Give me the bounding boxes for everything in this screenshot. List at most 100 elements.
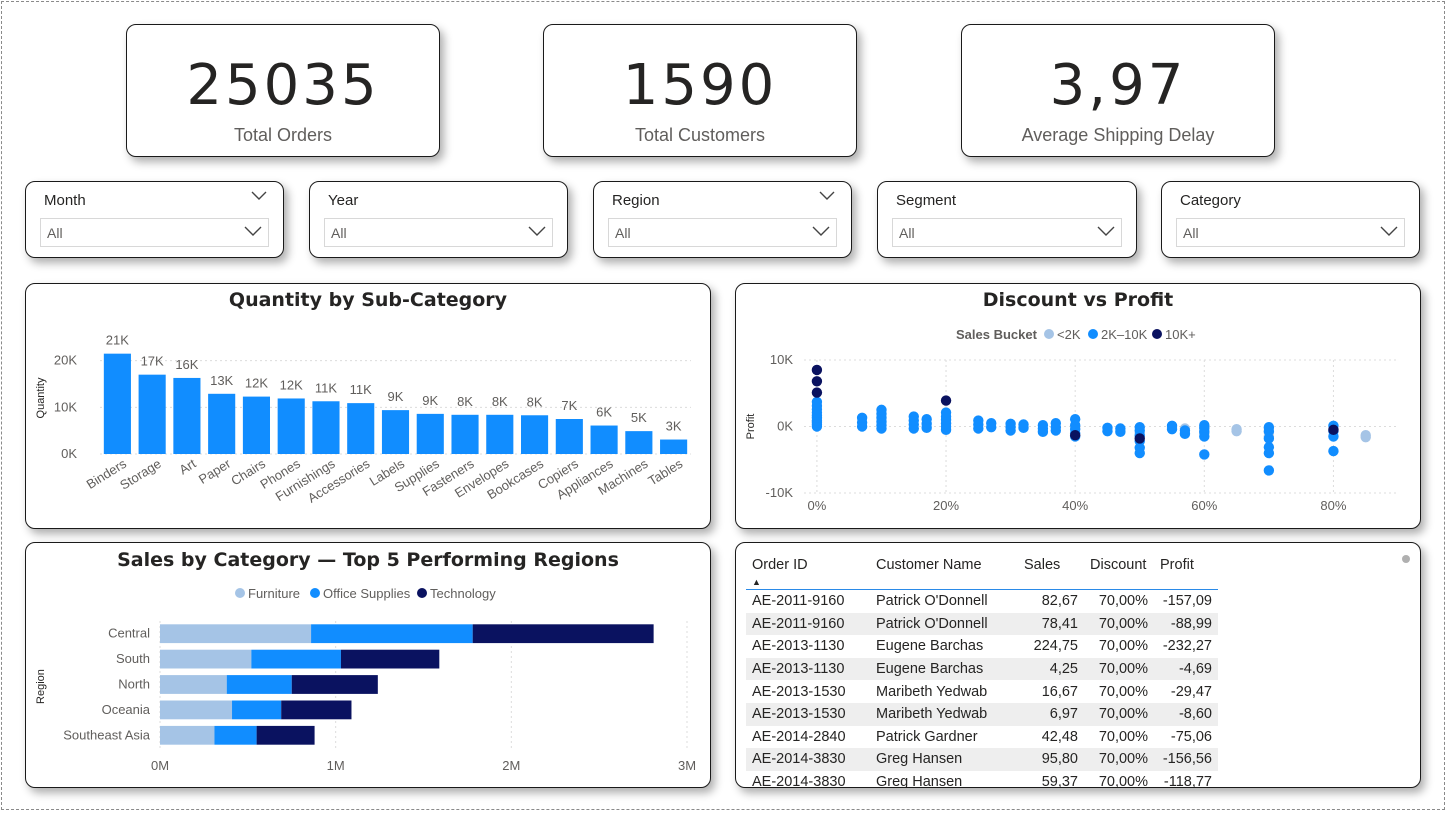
orders-table-card: Order ID ▲ Customer Name Sales Discount … [735,542,1421,788]
table-row[interactable]: AE-2014-3830 Greg Hansen 95,80 70,00% -156,5… [746,748,1218,771]
slicer-dropdown[interactable]: All [324,218,553,247]
data-label: 9K [388,389,404,404]
table-body: AE-2011-9160 Patrick O'Donnell 82,67 70,00%… [746,590,1218,788]
cell-profit: -75,06 [1170,728,1212,745]
slicer-value: All [1183,225,1199,241]
bar-segment [291,675,378,694]
data-label: 13K [210,373,233,388]
bar [347,403,375,454]
y-axis-label: Profit [745,414,757,440]
scatter-point [1166,420,1178,432]
x-tick-label: 2M [502,758,520,773]
bar [277,398,305,454]
cell-profit: -8,60 [1178,706,1212,723]
cell-sales: 59,37 [1041,774,1078,788]
slicer-value: All [899,225,915,241]
column-header-sales[interactable]: Sales [1018,555,1084,590]
data-label: 11K [350,382,372,397]
column-header-profit[interactable]: Profit [1154,555,1218,590]
scatter-point [1328,445,1339,457]
cell-sales: 6,97 [1049,706,1078,723]
scatter-point [1360,431,1371,443]
quantity-chart-card: Quantity by Sub-Category 0K 10K 20K Quantit… [25,283,711,529]
data-label: 11K [315,380,337,395]
table-row[interactable]: AE-2013-1130 Eugene Barchas 4,25 70,00% -4,6… [746,657,1218,681]
data-label: 21K [106,333,129,348]
table-row[interactable]: AE-2013-1530 Maribeth Yedwab 6,97 70,00% -8,… [746,702,1218,726]
bar-segment [160,675,227,694]
cell-profit: -4,69 [1178,661,1212,678]
scatter-point [940,395,952,406]
bar-segment [160,725,215,745]
x-tick-label: 3M [678,758,696,773]
legend-marker [1044,329,1054,339]
scatter-point [811,364,823,376]
kpi-value: 25035 [186,53,380,118]
legend-marker [310,588,320,598]
slicer-dropdown[interactable]: All [40,218,269,247]
scatter-point [811,387,823,398]
y-tick-label: 10K [770,352,793,367]
table-row[interactable]: AE-2011-9160 Patrick O'Donnell 82,67 70,00%… [746,590,1218,613]
bar [381,410,410,454]
legend-label: Furniture [248,586,300,601]
scatter-point [986,417,997,429]
cell-profit: -29,47 [1170,683,1212,700]
chevron-down-icon[interactable] [251,191,267,201]
cell-sales: 95,80 [1041,751,1078,768]
legend: Furniture Office Supplies Technology [235,586,496,601]
column-header-order-id[interactable]: Order ID ▲ [746,555,870,590]
cell-order-id: AE-2014-3830 [752,774,846,788]
region-sales-chart-card: Sales by Category — Top 5 Performing Reg… [25,542,711,788]
table-header-row: Order ID ▲ Customer Name Sales Discount … [746,555,1218,590]
bar [312,401,340,454]
cell-discount: 70,00% [1098,615,1148,632]
cell-customer-name: Eugene Barchas [876,638,984,655]
bar [416,413,444,454]
cell-customer-name: Maribeth Yedwab [876,683,988,700]
cell-discount: 70,00% [1098,638,1148,655]
scatter-point [1050,417,1062,429]
legend-label: 10K+ [1165,327,1196,342]
bar-segment [226,675,292,694]
slicer-dropdown[interactable]: All [1176,218,1405,247]
slicer-dropdown[interactable]: All [892,218,1122,247]
scatter-point [940,407,952,418]
legend-marker [1152,329,1162,339]
slicer-year: Year All [309,181,568,258]
bar-segment [472,624,654,644]
data-label: 8K [527,394,543,409]
slicer-dropdown[interactable]: All [608,218,837,247]
y-tick-label: -10K [766,485,794,500]
bar [625,431,653,454]
legend-label: <2K [1057,327,1081,342]
cell-order-id: AE-2011-9160 [752,593,845,610]
chevron-down-icon [244,226,262,236]
kpi-value: 1590 [622,53,778,118]
cell-sales: 4,25 [1049,661,1078,678]
table-row[interactable]: AE-2014-3830 Greg Hansen 59,37 70,00% -118,7… [746,771,1218,788]
column-header-label: Sales [1024,557,1061,573]
table-row[interactable]: AE-2013-1530 Maribeth Yedwab 16,67 70,00% -2… [746,680,1218,703]
bar-segment [160,624,312,644]
bar-segment [160,700,233,720]
table-row[interactable]: AE-2011-9160 Patrick O'Donnell 78,41 70,00%… [746,612,1218,636]
kpi-label: Average Shipping Delay [1021,125,1215,145]
bar [208,393,236,454]
legend: Sales Bucket <2K 2K–10K 10K+ [956,327,1196,342]
table-row[interactable]: AE-2013-1130 Eugene Barchas 224,75 70,00% -2… [746,635,1218,658]
scrollbar-handle[interactable] [1402,555,1410,563]
table-row[interactable]: AE-2014-2840 Patrick Gardner 42,48 70,00% -7… [746,726,1218,749]
legend-label: Technology [430,586,496,601]
data-label: 9K [422,393,438,408]
column-header-customer-name[interactable]: Customer Name [870,555,1018,590]
cell-discount: 70,00% [1098,593,1148,610]
chevron-down-icon[interactable] [819,191,835,201]
data-label: 8K [457,394,473,409]
legend-marker [417,588,427,598]
bar-segment [214,725,257,745]
x-tick-label: Tables [645,456,685,489]
column-header-discount[interactable]: Discount [1084,555,1154,590]
y-tick-label: 0K [61,446,77,461]
scatter-point [856,412,868,424]
